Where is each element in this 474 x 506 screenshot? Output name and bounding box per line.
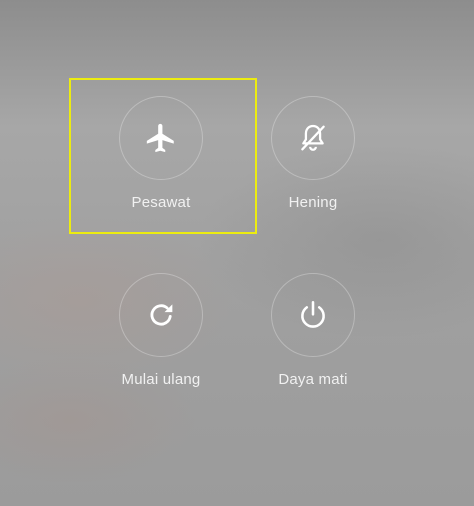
- restart-circle[interactable]: [119, 273, 203, 357]
- silent-mode-button[interactable]: Hening: [253, 96, 373, 211]
- power-icon: [301, 300, 325, 328]
- power-off-circle[interactable]: [271, 273, 355, 357]
- airplane-mode-circle[interactable]: [119, 96, 203, 180]
- airplane-mode-button[interactable]: Pesawat: [101, 96, 221, 211]
- airplane-mode-label: Pesawat: [131, 194, 191, 211]
- power-off-button[interactable]: Daya mati: [253, 273, 373, 388]
- airplane-icon: [146, 123, 174, 153]
- blurred-background: [0, 0, 474, 506]
- power-off-label: Daya mati: [278, 371, 348, 388]
- restart-label: Mulai ulang: [121, 371, 201, 388]
- silent-mode-circle[interactable]: [271, 96, 355, 180]
- bell-off-icon: [301, 124, 325, 151]
- restart-icon: [150, 304, 173, 326]
- restart-button[interactable]: Mulai ulang: [101, 273, 221, 388]
- silent-mode-label: Hening: [288, 194, 338, 211]
